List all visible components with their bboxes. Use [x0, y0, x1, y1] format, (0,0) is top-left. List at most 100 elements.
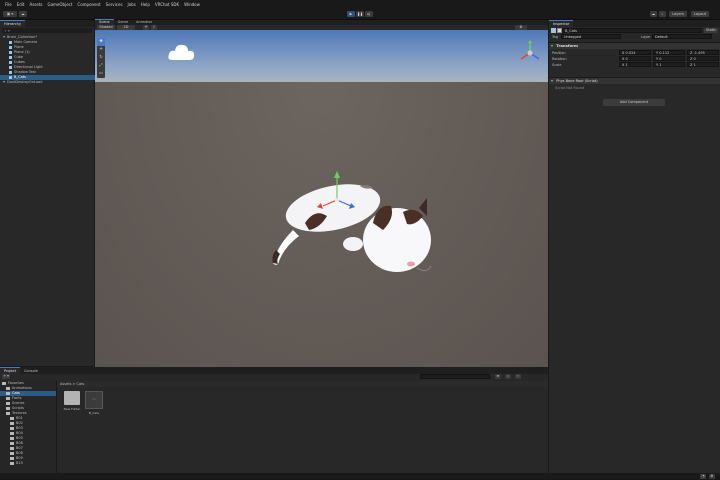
rotation-x-field[interactable]: X 0 [619, 56, 651, 61]
notification-icon[interactable]: ◔ [700, 474, 706, 479]
menu-item-component[interactable]: Component [77, 2, 100, 7]
menu-item-help[interactable]: Help [141, 2, 150, 7]
collab-icon[interactable]: ☁ [650, 11, 657, 17]
scale-z-field[interactable]: Z 1 [687, 62, 719, 67]
menu-item-jobs[interactable]: Jobs [128, 2, 136, 7]
scale-tool-icon[interactable]: ⤢ [97, 62, 105, 70]
gameobject-icon [9, 75, 12, 79]
project-folder-label: B02 [16, 421, 23, 425]
layer-dropdown[interactable]: Default [652, 34, 712, 39]
menu-item-assets[interactable]: Assets [29, 2, 42, 7]
asset-label: B_Cats [88, 411, 100, 415]
project-folder-label: B04 [16, 431, 23, 435]
menu-item-edit[interactable]: Edit [17, 2, 25, 7]
project-folder-label: B03 [16, 426, 23, 430]
cloud-button[interactable]: ☁ [19, 11, 27, 17]
menu-bar: File Edit Assets GameObject Component Service… [0, 0, 720, 9]
layout-dropdown[interactable]: Layout [691, 11, 709, 17]
rotation-z-field[interactable]: Z 0 [687, 56, 719, 61]
orientation-gizmo-icon[interactable] [517, 40, 543, 66]
gameobject-icon [9, 70, 12, 74]
scale-y-field[interactable]: Y 1 [653, 62, 685, 67]
settings-icon[interactable]: ⚙ [709, 474, 715, 479]
gameobject-icon [9, 60, 12, 64]
tool-button[interactable]: ▣ ▾ [3, 11, 17, 17]
hierarchy-item-label: Brain_Collection* [7, 35, 37, 39]
position-x-field[interactable]: X 0.024 [619, 50, 651, 55]
menu-item-services[interactable]: Services [106, 2, 123, 7]
rotation-y-field[interactable]: Y 0 [653, 56, 685, 61]
tag-label: Tag [552, 35, 558, 39]
search-icon: + ▾ [4, 29, 10, 33]
position-y-field[interactable]: Y 0.112 [653, 50, 685, 55]
tag-dropdown[interactable]: Untagged [561, 34, 621, 39]
menu-item-window[interactable]: Window [184, 2, 200, 7]
status-bar: ◔ ⚙ [0, 473, 720, 480]
folder-icon [6, 411, 10, 415]
folder-icon [6, 391, 10, 395]
cloud-icon [168, 44, 195, 60]
menu-item-vrchat-sdk[interactable]: VRChat SDK [155, 2, 179, 7]
folder-icon [10, 456, 14, 460]
project-folder-label: B05 [16, 436, 23, 440]
project-search-input[interactable] [420, 374, 490, 379]
folder-icon [10, 416, 14, 420]
transform-header[interactable]: Transform [549, 42, 720, 49]
move-tool-icon[interactable]: ✛ [97, 46, 105, 54]
menu-item-gameobject[interactable]: GameObject [47, 2, 72, 7]
asset-item[interactable]: New Folder [63, 391, 81, 421]
hierarchy-item[interactable]: DontDestroyOnLoad [0, 80, 97, 85]
cat-model[interactable] [265, 168, 435, 288]
project-folder-item[interactable]: B10 [0, 461, 56, 466]
layers-dropdown[interactable]: Layers [669, 11, 687, 17]
tab-project[interactable]: Project [0, 367, 20, 374]
scene-skybox [95, 30, 548, 82]
pause-button[interactable]: ❚❚ [356, 11, 364, 17]
add-component-button[interactable]: Add Component [603, 99, 665, 106]
script-header[interactable]: Phys Bone Root (Script) [549, 77, 720, 84]
rect-tool-icon[interactable]: ▭ [97, 70, 105, 78]
object-name-field[interactable]: B_Cats [562, 28, 702, 33]
play-button[interactable]: ▶ [347, 11, 355, 17]
project-folder-label: B07 [16, 446, 23, 450]
gameobject-icon [9, 50, 12, 54]
script-title: Phys Bone Root (Script) [556, 79, 598, 83]
folder-icon [6, 386, 10, 390]
rotation-label: Rotation [552, 57, 567, 61]
hand-tool-icon[interactable]: ✥ [97, 38, 105, 46]
scene-header: Scene Game Animator Shaded 2D ☀ ♪ ⚙ [95, 19, 548, 30]
inspector-panel: Inspector B_Cats Static Tag Untagged Lay… [549, 20, 720, 473]
folder-icon [6, 401, 10, 405]
static-toggle[interactable]: Static [704, 28, 718, 33]
gameobject-icon [9, 65, 12, 69]
foldout-icon [551, 80, 553, 82]
asset-grid: New Folder ◠ B_Cats [57, 389, 548, 473]
star-icon[interactable]: ☆ [515, 374, 521, 379]
scale-x-field[interactable]: X 1 [619, 62, 651, 67]
position-z-field[interactable]: Z -1.495 [687, 50, 719, 55]
hierarchy-item-label: Directional Light [14, 65, 43, 69]
folder-icon [10, 426, 14, 430]
project-folder-label: B08 [16, 451, 23, 455]
rotate-tool-icon[interactable]: ↻ [97, 54, 105, 62]
hierarchy-search-input[interactable]: + ▾ [2, 28, 92, 33]
menu-item-file[interactable]: File [5, 2, 12, 7]
hierarchy-item-label: DontDestroyOnLoad [7, 80, 43, 84]
tab-hierarchy[interactable]: Hierarchy [0, 20, 25, 27]
scene-viewport[interactable]: ✥ ✛ ↻ ⤢ ▭ [95, 30, 548, 367]
step-button[interactable]: ▸| [365, 11, 373, 17]
tab-inspector[interactable]: Inspector [549, 20, 574, 27]
asset-item[interactable]: ◠ B_Cats [85, 391, 103, 421]
filter-icon[interactable]: ≡ [495, 374, 501, 379]
folder-icon [2, 381, 6, 385]
label-icon[interactable]: ⬨ [505, 374, 511, 379]
project-folder-label: B01 [16, 416, 23, 420]
layer-label: Layer [641, 35, 651, 39]
create-button[interactable]: + ▾ [2, 374, 10, 379]
project-folder-label: B06 [16, 441, 23, 445]
search-icon[interactable]: ⌕ [659, 11, 666, 17]
folder-icon [10, 431, 14, 435]
folder-icon [10, 421, 14, 425]
hierarchy-item-label: Plane (1) [14, 50, 30, 54]
gameobject-icon [551, 28, 556, 33]
